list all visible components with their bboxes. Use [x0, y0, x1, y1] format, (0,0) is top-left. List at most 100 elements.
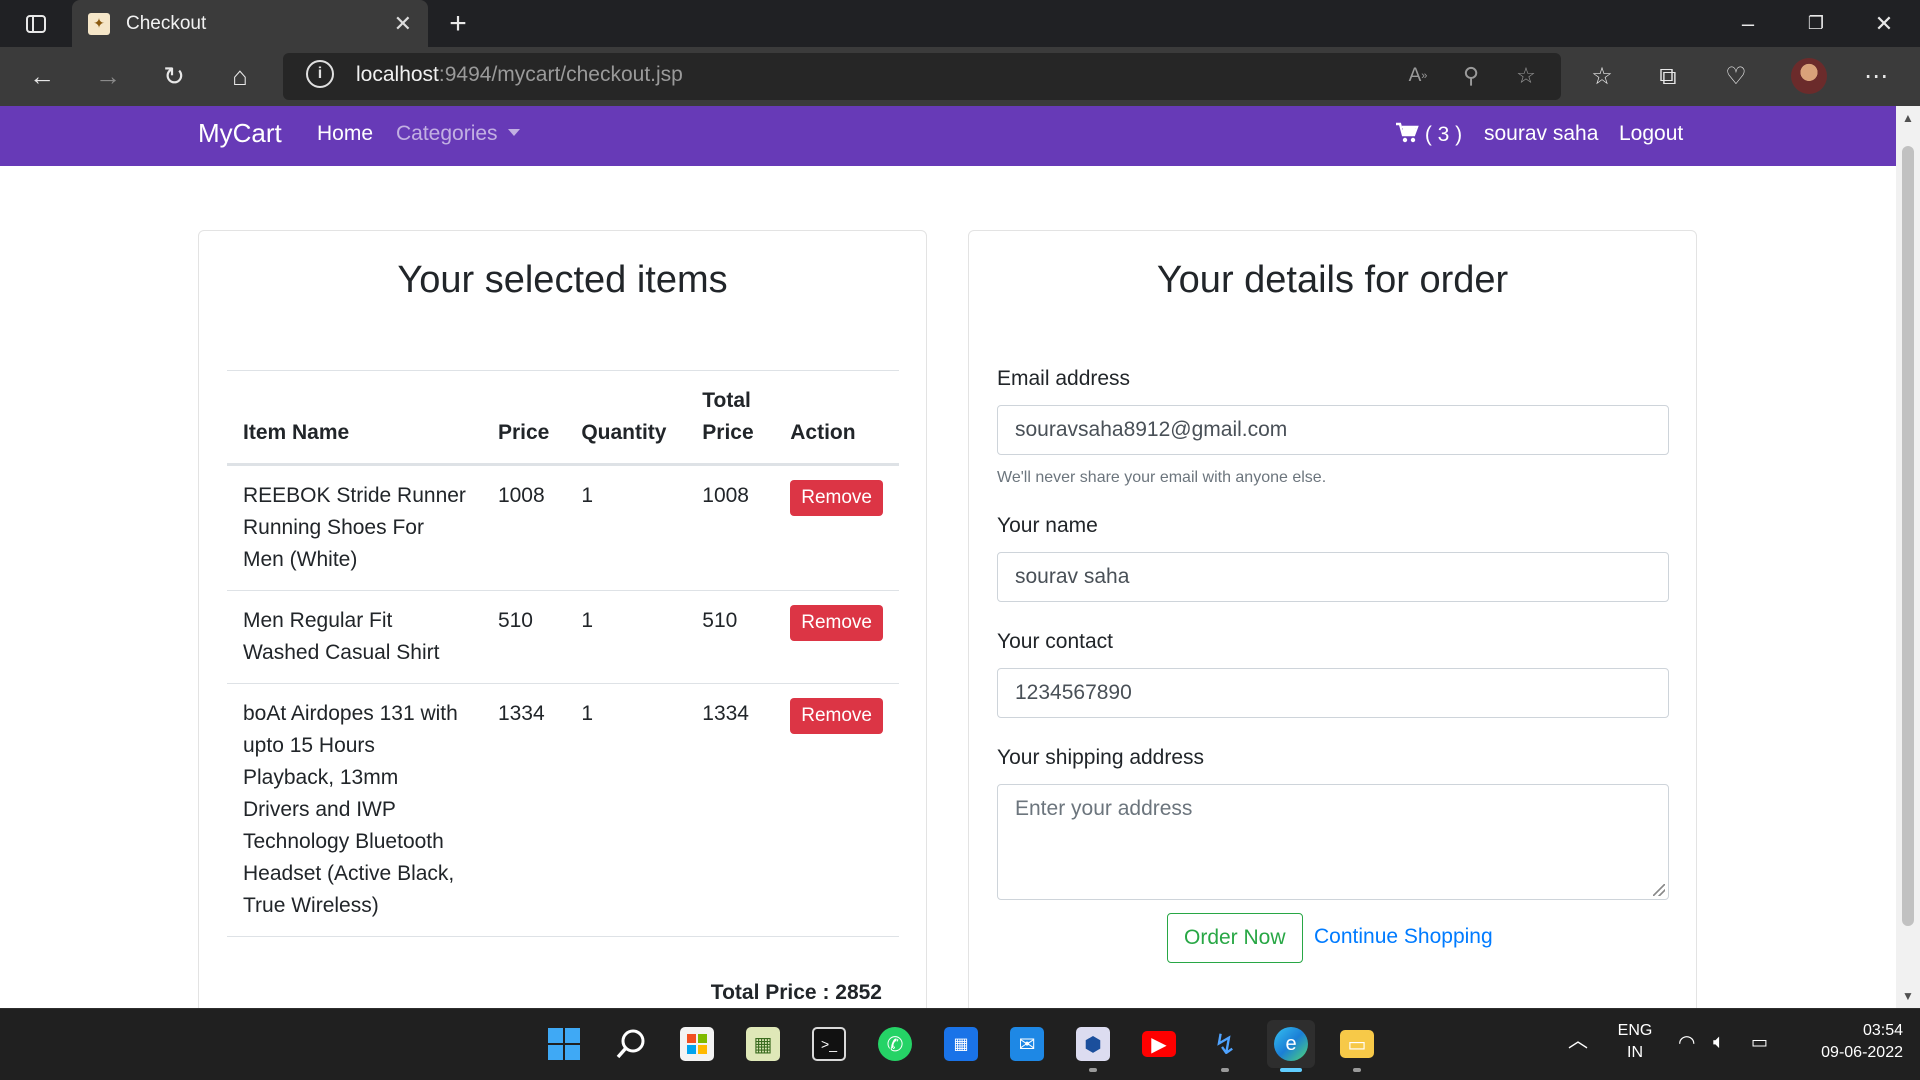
tab-actions-icon[interactable] — [14, 0, 58, 47]
page-viewport: MyCart Home Categories ( 3 ) sourav saha… — [0, 106, 1896, 1008]
item-price: 1008 — [481, 464, 566, 591]
email-field[interactable]: souravsaha8912@gmail.com — [997, 405, 1669, 455]
volume-icon[interactable]: 🔈︎ — [1713, 1031, 1725, 1053]
clock-time: 03:54 — [1862, 1022, 1903, 1039]
browser-essentials-icon[interactable]: ♡ — [1710, 53, 1762, 100]
minimize-window-icon[interactable]: – — [1728, 0, 1768, 47]
item-action-cell: Remove — [774, 683, 899, 937]
item-action-cell: Remove — [774, 464, 899, 591]
selected-items-title: Your selected items — [397, 259, 728, 301]
brand-link[interactable]: MyCart — [198, 118, 282, 149]
email-label: Email address — [997, 367, 1131, 390]
start-icon[interactable] — [540, 1020, 588, 1068]
site-navbar: MyCart Home Categories ( 3 ) sourav saha… — [0, 106, 1896, 166]
youtube-icon[interactable]: ▶ — [1135, 1020, 1183, 1068]
running-indicator — [1353, 1068, 1361, 1072]
nav-user[interactable]: sourav saha — [1484, 122, 1598, 146]
whatsapp-icon[interactable]: ✆ — [871, 1020, 919, 1068]
order-details-title: Your details for order — [1156, 259, 1509, 301]
mail-icon[interactable]: ✉ — [1003, 1020, 1051, 1068]
file-explorer-icon[interactable]: ▭ — [1333, 1020, 1381, 1068]
name-field[interactable]: sourav saha — [997, 552, 1669, 602]
remove-button[interactable]: Remove — [790, 480, 883, 516]
order-now-button[interactable]: Order Now — [1167, 913, 1303, 963]
home-icon[interactable]: ⌂ — [213, 47, 267, 106]
new-tab-icon[interactable]: + — [440, 0, 476, 47]
site-info-icon[interactable]: i — [306, 60, 334, 88]
contact-label: Your contact — [997, 630, 1113, 653]
email-help-text: We'll never share your email with anyone… — [997, 469, 1327, 486]
header-item-name: Item Name — [227, 370, 482, 466]
header-action: Action — [774, 370, 899, 466]
profile-avatar[interactable] — [1791, 58, 1827, 94]
continue-shopping-link[interactable]: Continue Shopping — [1314, 925, 1493, 949]
resize-grip-icon[interactable] — [1653, 884, 1665, 896]
item-action-cell: Remove — [774, 590, 899, 684]
nav-logout[interactable]: Logout — [1619, 122, 1683, 146]
item-quantity: 1 — [565, 683, 687, 937]
url-text[interactable]: localhost:9494/mycart/checkout.jsp — [356, 63, 683, 87]
browser-tab-checkout[interactable]: ✦ Checkout ✕ — [72, 0, 428, 47]
item-name: Men Regular Fit Washed Casual Shirt — [227, 590, 482, 684]
contact-field[interactable]: 1234567890 — [997, 668, 1669, 718]
remove-button[interactable]: Remove — [790, 698, 883, 734]
header-price: Price — [481, 370, 566, 466]
nav-cart[interactable]: ( 3 ) — [1395, 122, 1462, 147]
close-tab-icon[interactable]: ✕ — [394, 11, 412, 37]
tab-title: Checkout — [126, 12, 207, 34]
scrollbar-thumb[interactable] — [1902, 146, 1914, 926]
add-favorite-icon[interactable]: ☆ — [1506, 58, 1546, 94]
chevron-down-icon — [507, 129, 520, 136]
address-placeholder: Enter your address — [1015, 797, 1193, 820]
zoom-icon[interactable]: ⚲ — [1451, 58, 1491, 94]
search-icon[interactable] — [607, 1020, 655, 1068]
terminal-icon[interactable]: >_ — [805, 1020, 853, 1068]
read-aloud-icon[interactable]: A» — [1398, 58, 1438, 94]
running-indicator — [1089, 1068, 1097, 1072]
collections-icon[interactable]: ⧉ — [1642, 53, 1694, 100]
region-code: IN — [1627, 1044, 1643, 1061]
item-total: 1008 — [686, 464, 775, 591]
nav-categories-dropdown[interactable]: Categories — [396, 122, 520, 146]
header-quantity: Quantity — [565, 370, 687, 466]
scroll-down-icon[interactable]: ▼ — [1896, 986, 1920, 1006]
item-name: boAt Airdopes 131 with upto 15 Hours Pla… — [227, 683, 482, 937]
virtualbox-icon[interactable]: ⬢ — [1069, 1020, 1117, 1068]
battery-icon[interactable]: ▭ — [1751, 1031, 1768, 1053]
page-scrollbar[interactable]: ▲ ▼ — [1896, 106, 1920, 1008]
favorites-icon[interactable]: ☆ — [1576, 53, 1628, 100]
remove-button[interactable]: Remove — [790, 605, 883, 641]
item-price: 1334 — [481, 683, 566, 937]
cart-items-table: Item Name Price Quantity Total Price Act… — [227, 370, 899, 937]
dev-app-icon[interactable]: ↯ — [1201, 1020, 1249, 1068]
mycart-favicon-icon: ✦ — [88, 12, 110, 35]
header-total-price: Total Price — [686, 370, 775, 466]
clock[interactable]: 03:54 09-06-2022 — [1793, 1020, 1903, 1064]
restore-window-icon[interactable]: ❐ — [1796, 0, 1836, 47]
active-indicator — [1280, 1068, 1302, 1072]
address-label: Your shipping address — [997, 746, 1205, 769]
cart-count: ( 3 ) — [1424, 123, 1463, 146]
close-window-icon[interactable]: ✕ — [1864, 0, 1904, 47]
calendar-icon[interactable]: ▦ — [937, 1020, 985, 1068]
item-total: 510 — [686, 590, 775, 684]
scroll-up-icon[interactable]: ▲ — [1896, 108, 1920, 128]
forward-icon[interactable]: → — [81, 47, 135, 106]
address-textarea[interactable]: Enter your address — [997, 784, 1669, 900]
wifi-icon[interactable]: ◠ — [1678, 1032, 1695, 1054]
table-header-row: Item Name Price Quantity Total Price Act… — [227, 370, 899, 466]
show-hidden-icons-icon[interactable]: ︿ — [1568, 1030, 1588, 1052]
edge-icon[interactable]: e — [1267, 1020, 1315, 1068]
url-host: localhost — [356, 63, 439, 86]
table-row: Men Regular Fit Washed Casual Shirt 510 … — [227, 590, 899, 684]
microsoft-store-icon[interactable] — [673, 1020, 721, 1068]
grand-total: Total Price : 2852 — [710, 981, 882, 1004]
nav-home[interactable]: Home — [317, 122, 373, 146]
photo-viewer-icon[interactable]: ▦ — [739, 1020, 787, 1068]
language-indicator[interactable]: ENG IN — [1614, 1020, 1656, 1064]
cart-icon — [1396, 122, 1419, 143]
settings-more-icon[interactable]: ⋯ — [1850, 53, 1902, 100]
back-icon[interactable]: ← — [15, 47, 69, 106]
order-details-card: Your details for order Email address sou… — [968, 230, 1697, 1008]
reload-icon[interactable]: ↻ — [147, 47, 201, 106]
